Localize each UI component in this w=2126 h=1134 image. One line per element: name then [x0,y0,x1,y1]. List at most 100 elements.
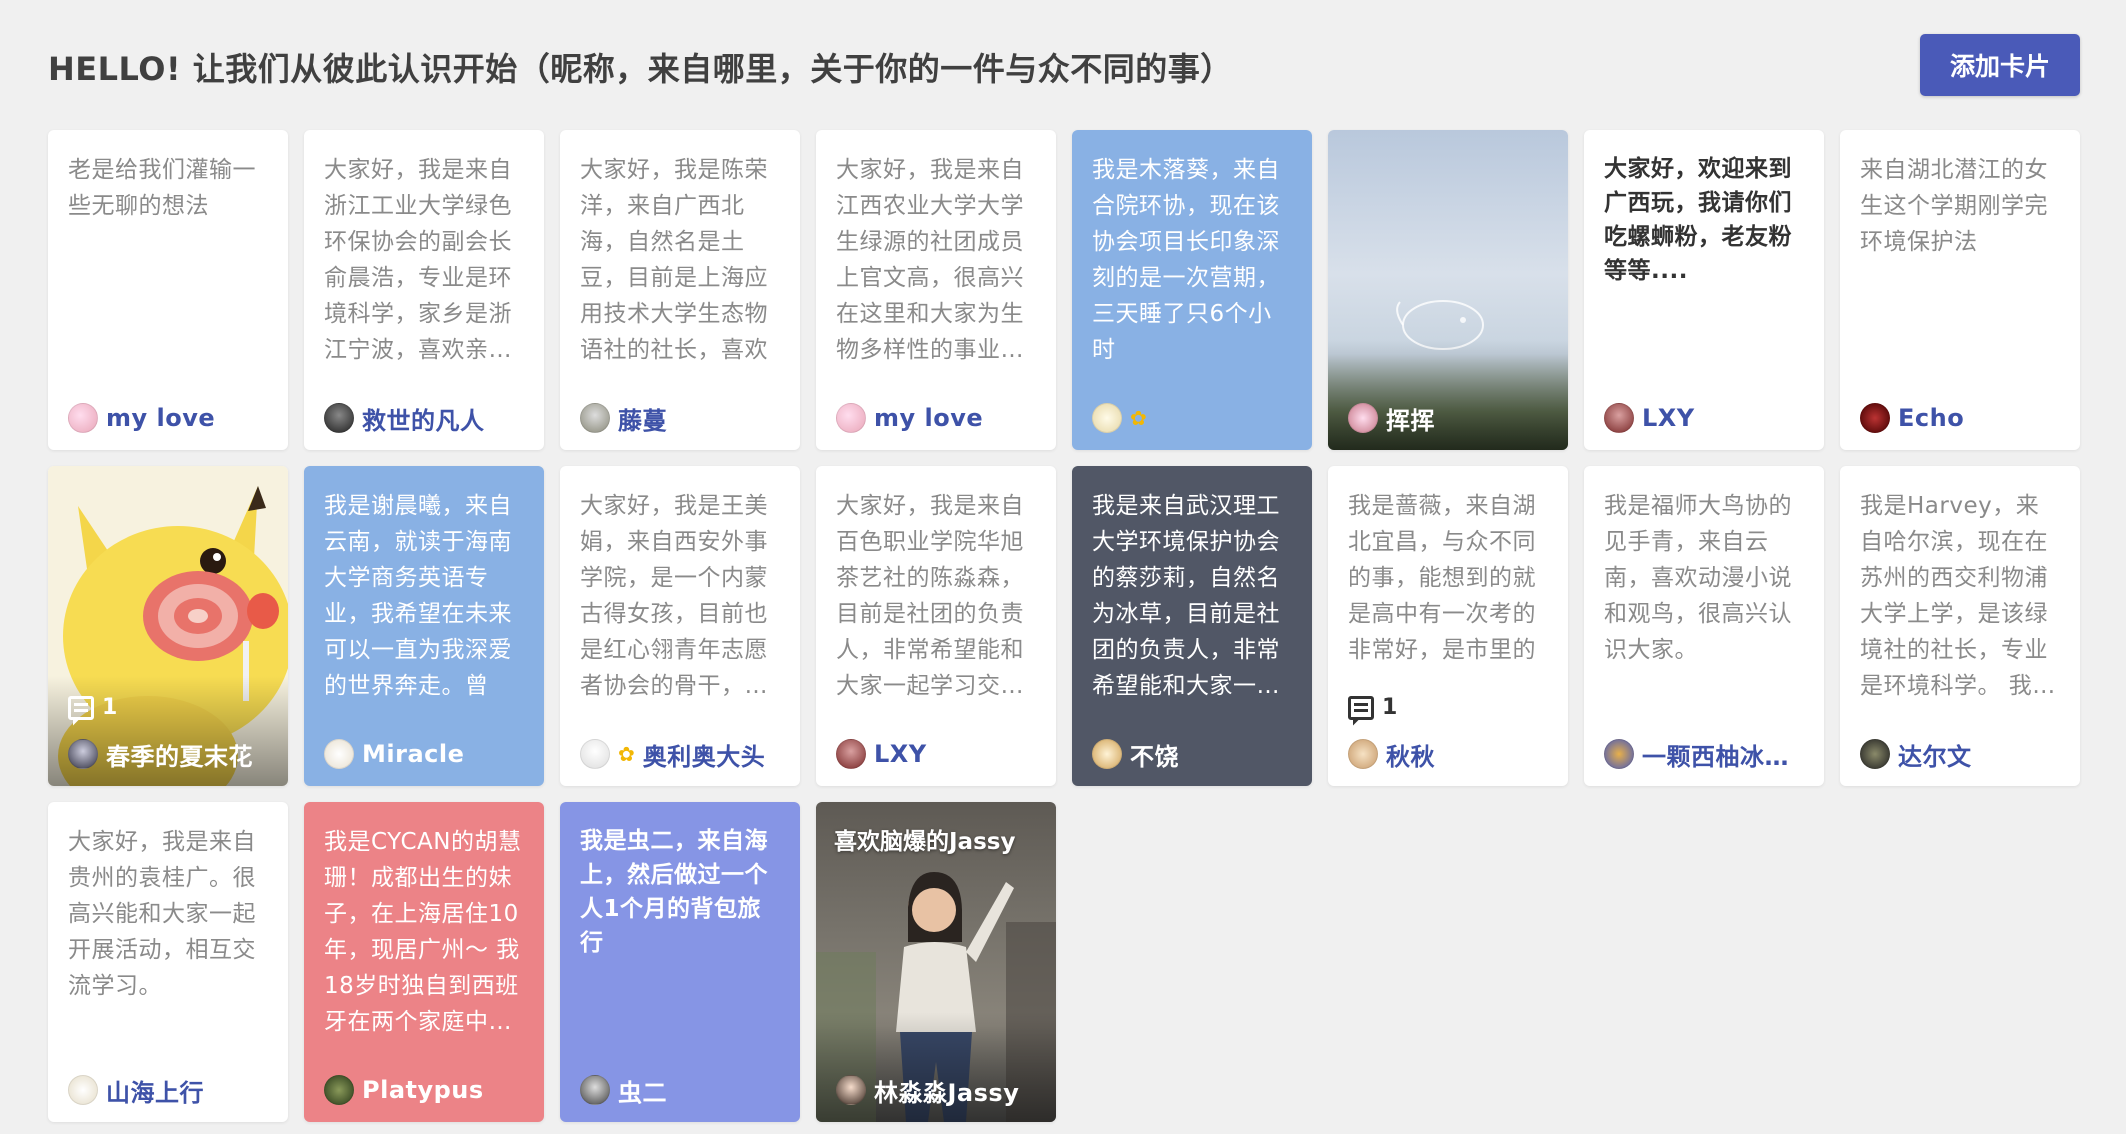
avatar [836,1075,866,1105]
card-footer: ✿ [1092,402,1300,434]
avatar [1092,739,1122,769]
card-text: 大家好，欢迎来到广西玩，我请你们吃螺蛳粉，老友粉等等.... [1604,156,1792,284]
author-name[interactable]: 虫二 [618,1073,667,1108]
avatar [1860,739,1890,769]
card-10[interactable]: 我是谢晨曦，来自云南，就读于海南大学商务英语专业，我希望在未来可以一直为我深爱的… [304,466,544,786]
card-14[interactable]: 我是蔷薇，来自湖北宜昌，与众不同的事，能想到的就是高中有一次考的非常好，是市里的… [1328,466,1568,786]
card-footer: my love [68,402,276,434]
author-name[interactable]: 秋秋 [1386,737,1435,772]
avatar [580,1075,610,1105]
card-footer: 藤蔓 [580,401,788,436]
comment-count[interactable]: 1 [1348,695,1397,720]
card-text: 我是木落葵，来自合院环协，现在该协会项目长印象深刻的是一次营期，三天睡了只6个小… [1092,157,1280,363]
comment-icon [68,695,94,720]
card-footer: 秋秋 [1348,737,1556,772]
sunflower-icon: ✿ [1130,406,1147,430]
card-5[interactable]: 我是木落葵，来自合院环协，现在该协会项目长印象深刻的是一次营期，三天睡了只6个小… [1072,130,1312,450]
card-text: 喜欢脑爆的Jassy [834,829,1016,855]
avatar [324,739,354,769]
author-name[interactable]: 春季的夏末花 [106,737,253,772]
card-4[interactable]: 大家好，我是来自江西农业大学大学生绿源的社团成员上官文高，很高兴在这里和大家为生… [816,130,1056,450]
avatar [1860,403,1890,433]
author-name[interactable]: 不饶 [1130,737,1179,772]
card-text: 大家好，我是来自江西农业大学大学生绿源的社团成员上官文高，很高兴在这里和大家为生… [836,157,1024,363]
avatar [1348,403,1378,433]
card-2[interactable]: 大家好，我是来自浙江工业大学绿色环保协会的副会长俞晨浩，专业是环境科学，家乡是浙… [304,130,544,450]
author-name[interactable]: 奥利奥大头 [643,737,766,772]
card-18[interactable]: 我是CYCAN的胡慧珊！成都出生的妹子，在上海居住10年，现居广州～ 我18岁时… [304,802,544,1122]
card-16[interactable]: 我是Harvey，来自哈尔滨，现在在苏州的西交利物浦大学上学，是该绿境社的社长，… [1840,466,2080,786]
card-8[interactable]: 来自湖北潜江的女生这个学期刚学完环境保护法 Echo [1840,130,2080,450]
card-footer: LXY [1604,402,1812,434]
avatar [1604,739,1634,769]
add-card-button[interactable]: 添加卡片 [1920,34,2080,96]
comment-count[interactable]: 1 [68,695,117,720]
author-name[interactable]: 达尔文 [1898,737,1972,772]
card-footer: 林淼淼Jassy [836,1073,1044,1108]
card-text: 大家好，我是陈荣洋，来自广西北海，自然名是土豆，目前是上海应用技术大学生态物语社… [580,157,768,363]
avatar [68,739,98,769]
card-text: 我是来自武汉理工大学环境保护协会的蔡莎莉，自然名为冰草，目前是社团的负责人，非常… [1092,493,1280,699]
avatar [580,739,610,769]
card-text: 我是蔷薇，来自湖北宜昌，与众不同的事，能想到的就是高中有一次考的非常好，是市里的 [1348,493,1536,663]
author-name[interactable]: my love [106,404,215,432]
card-15[interactable]: 我是福师大鸟协的见手青，来自云南，喜欢动漫小说和观鸟，很高兴认识大家。 一颗西柚… [1584,466,1824,786]
card-text: 老是给我们灌输一些无聊的想法 [68,157,256,219]
avatar [68,403,98,433]
author-name[interactable]: 挥挥 [1386,401,1435,436]
card-19[interactable]: 我是虫二，来自海上，然后做过一个人1个月的背包旅行 虫二 [560,802,800,1122]
card-text: 我是谢晨曦，来自云南，就读于海南大学商务英语专业，我希望在未来可以一直为我深爱的… [324,493,512,699]
page-header: HELLO! 让我们从彼此认识开始（昵称，来自哪里，关于你的一件与众不同的事） … [48,34,2080,96]
avatar [324,403,354,433]
card-text: 我是Harvey，来自哈尔滨，现在在苏州的西交利物浦大学上学，是该绿境社的社长，… [1860,493,2056,699]
card-text: 大家好，我是王美娟，来自西安外事学院，是一个内蒙古得女孩，目前也是红心翎青年志愿… [580,493,768,699]
card-footer: 山海上行 [68,1073,276,1108]
card-text: 大家好，我是来自百色职业学院华旭茶艺社的陈淼森，目前是社团的负责人，非常希望能和… [836,493,1024,699]
avatar [836,739,866,769]
card-11[interactable]: 大家好，我是王美娟，来自西安外事学院，是一个内蒙古得女孩，目前也是红心翎青年志愿… [560,466,800,786]
card-9[interactable]: 1 春季的夏末花 [48,466,288,786]
card-footer: 虫二 [580,1073,788,1108]
card-13[interactable]: 我是来自武汉理工大学环境保护协会的蔡莎莉，自然名为冰草，目前是社团的负责人，非常… [1072,466,1312,786]
card-footer: LXY [836,738,1044,770]
card-footer: 救世的凡人 [324,401,532,436]
page-title: HELLO! 让我们从彼此认识开始（昵称，来自哪里，关于你的一件与众不同的事） [48,50,1233,88]
card-footer: Platypus [324,1074,532,1106]
sunflower-icon: ✿ [618,742,635,766]
author-name[interactable]: Platypus [362,1076,484,1104]
author-name[interactable]: 救世的凡人 [362,401,485,436]
author-name[interactable]: Echo [1898,404,1964,432]
card-footer: 挥挥 [1348,401,1556,436]
avatar [580,403,610,433]
card-3[interactable]: 大家好，我是陈荣洋，来自广西北海，自然名是土豆，目前是上海应用技术大学生态物语社… [560,130,800,450]
card-text: 来自湖北潜江的女生这个学期刚学完环境保护法 [1860,157,2048,255]
card-footer: 达尔文 [1860,737,2068,772]
card-grid: 老是给我们灌输一些无聊的想法 my love 大家好，我是来自浙江工业大学绿色环… [48,130,2080,1130]
author-name[interactable]: LXY [874,740,927,768]
card-6[interactable]: 挥挥 [1328,130,1568,450]
card-footer: Miracle [324,738,532,770]
author-name[interactable]: 山海上行 [106,1073,204,1108]
card-12[interactable]: 大家好，我是来自百色职业学院华旭茶艺社的陈淼森，目前是社团的负责人，非常希望能和… [816,466,1056,786]
author-name[interactable]: 林淼淼Jassy [874,1073,1019,1108]
card-1[interactable]: 老是给我们灌输一些无聊的想法 my love [48,130,288,450]
card-footer: Echo [1860,402,2068,434]
avatar [1092,403,1122,433]
author-name[interactable]: 藤蔓 [618,401,667,436]
author-name[interactable]: 一颗西柚冰… [1642,737,1789,772]
author-name[interactable]: LXY [1642,404,1695,432]
card-text: 我是CYCAN的胡慧珊！成都出生的妹子，在上海居住10年，现居广州～ 我18岁时… [324,829,522,1035]
card-footer: 不饶 [1092,737,1300,772]
card-footer: ✿ 奥利奥大头 [580,737,788,772]
card-17[interactable]: 大家好，我是来自贵州的袁桂广。很高兴能和大家一起开展活动，相互交流学习。 山海上… [48,802,288,1122]
avatar [68,1075,98,1105]
card-20[interactable]: 喜欢脑爆的Jassy 林淼淼Jassy [816,802,1056,1122]
card-7[interactable]: 大家好，欢迎来到广西玩，我请你们吃螺蛳粉，老友粉等等.... LXY [1584,130,1824,450]
comment-icon [1348,695,1374,720]
avatar [836,403,866,433]
author-name[interactable]: Miracle [362,740,464,768]
avatar [324,1075,354,1105]
card-footer: my love [836,402,1044,434]
card-footer: 春季的夏末花 [68,737,276,772]
author-name[interactable]: my love [874,404,983,432]
